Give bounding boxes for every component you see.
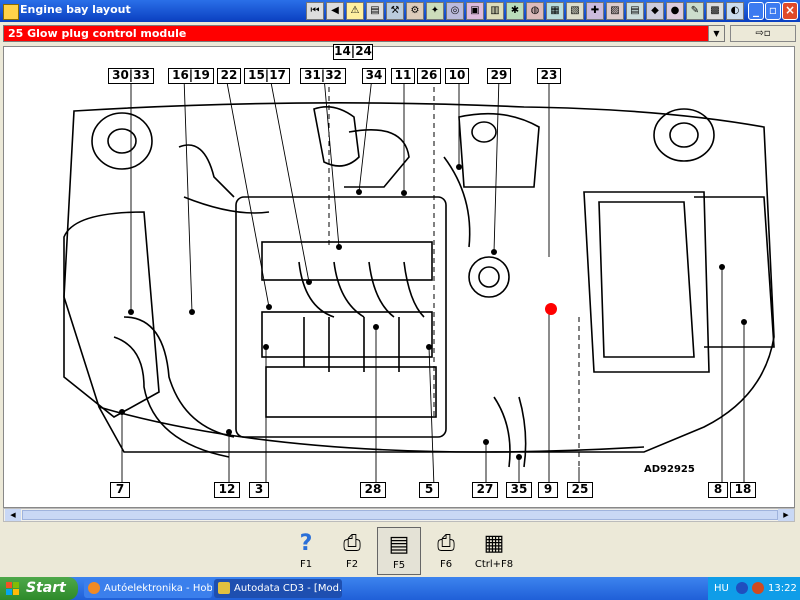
print-setup-icon: ⎙	[343, 531, 361, 556]
antivirus-icon[interactable]	[752, 582, 764, 594]
component-select-value: 25 Glow plug control module	[8, 27, 187, 40]
service-icon[interactable]: ✎	[686, 2, 704, 20]
ctrl-f8-table-button[interactable]: ▦ Ctrl+F8	[470, 527, 518, 575]
minimize-button[interactable]: _	[748, 2, 764, 20]
maximize-button[interactable]: ▫	[765, 2, 781, 20]
scroll-left-icon[interactable]: ◀	[5, 509, 21, 521]
coolant-icon[interactable]: ◆	[646, 2, 664, 20]
window-title: Engine bay layout	[20, 3, 131, 16]
tyre-icon[interactable]: ◎	[446, 2, 464, 20]
car-front-icon[interactable]: ▦	[546, 2, 564, 20]
f5-document-button[interactable]: ▤ F5	[377, 527, 421, 575]
label-26[interactable]: 26	[417, 68, 441, 84]
warning-icon[interactable]: ⚠	[346, 2, 364, 20]
chevron-down-icon[interactable]: ▼	[708, 26, 724, 41]
firefox-icon	[88, 582, 100, 594]
spanner-icon[interactable]: ✚	[586, 2, 604, 20]
wrench-icon[interactable]: ⚒	[386, 2, 404, 20]
document-icon: ▤	[388, 532, 410, 557]
document-icon[interactable]: ▤	[626, 2, 644, 20]
label-27[interactable]: 27	[472, 482, 498, 498]
timing-icon[interactable]: ◐	[726, 2, 744, 20]
label-14-24[interactable]: 14|24	[333, 44, 373, 60]
label-7[interactable]: 7	[110, 482, 130, 498]
label-18[interactable]: 18	[730, 482, 756, 498]
horizontal-scrollbar[interactable]: ◀ ▶	[3, 508, 795, 522]
module-selector-bar: 25 Glow plug control module ▼ ⇨▫	[0, 24, 800, 44]
light-icon[interactable]: ✱	[506, 2, 524, 20]
label-25[interactable]: 25	[567, 482, 593, 498]
windows-logo-icon	[6, 582, 19, 595]
parts-icon[interactable]: ▩	[706, 2, 724, 20]
scroll-right-icon[interactable]: ▶	[778, 509, 794, 521]
label-35[interactable]: 35	[506, 482, 532, 498]
language-indicator[interactable]: HU	[714, 577, 729, 600]
airbag-icon[interactable]: ●	[666, 2, 684, 20]
label-29[interactable]: 29	[487, 68, 511, 84]
export-button[interactable]: ⇨▫	[730, 25, 796, 42]
highlight-marker	[545, 303, 557, 315]
filter-icon[interactable]: ▧	[566, 2, 584, 20]
label-11[interactable]: 11	[391, 68, 415, 84]
system-tray: HU 13:22	[708, 577, 800, 600]
title-bar: Engine bay layout ⏮ ◀ ⚠ ▤ ⚒ ⚙ ✦ ◎ ▣ ▥ ✱ …	[0, 0, 800, 22]
taskbar-item-autodata[interactable]: Autodata CD3 - [Mod...	[214, 579, 342, 598]
label-34[interactable]: 34	[362, 68, 386, 84]
label-28[interactable]: 28	[360, 482, 386, 498]
close-button[interactable]: ×	[782, 2, 798, 20]
diagram-code: AD92925	[644, 464, 695, 475]
label-15-17[interactable]: 15|17	[244, 68, 290, 84]
network-icon[interactable]	[736, 582, 748, 594]
label-31-32[interactable]: 31|32	[300, 68, 346, 84]
book-icon[interactable]: ▤	[366, 2, 384, 20]
label-8[interactable]: 8	[708, 482, 728, 498]
help-icon: ?	[299, 531, 313, 556]
f6-print-button[interactable]: ⎙ F6	[424, 527, 468, 575]
label-9[interactable]: 9	[538, 482, 558, 498]
label-5[interactable]: 5	[419, 482, 439, 498]
autodata-icon	[218, 582, 230, 594]
label-30-33[interactable]: 30|33	[108, 68, 154, 84]
f2-print-setup-button[interactable]: ⎙ F2	[330, 527, 374, 575]
engine-bay-drawing	[63, 76, 775, 488]
printer-icon: ⎙	[437, 531, 455, 556]
battery-icon[interactable]: ▥	[486, 2, 504, 20]
engine-bay-diagram: 14|24 30|33 16|19 22 15|17 31|32 34 11 2…	[3, 44, 795, 508]
label-10[interactable]: 10	[445, 68, 469, 84]
first-page-icon[interactable]: ⏮	[306, 2, 324, 20]
label-3[interactable]: 3	[249, 482, 269, 498]
start-label: Start	[26, 580, 66, 596]
app-icon	[3, 4, 19, 20]
table-icon: ▦	[483, 531, 505, 556]
label-12[interactable]: 12	[214, 482, 240, 498]
f1-help-button[interactable]: ? F1	[284, 527, 328, 575]
label-16-19[interactable]: 16|19	[168, 68, 214, 84]
taskbar: Start Autóelektronika - Hob... Autodata …	[0, 577, 800, 600]
clock: 13:22	[768, 583, 797, 594]
car-icon[interactable]: ▣	[466, 2, 484, 20]
function-key-bar: ? F1 ⎙ F2 ▤ F5 ⎙ F6 ▦ Ctrl+F8	[0, 524, 800, 578]
scroll-thumb[interactable]	[22, 510, 778, 520]
label-22[interactable]: 22	[217, 68, 241, 84]
start-button[interactable]: Start	[0, 577, 78, 600]
engine-icon[interactable]: ⚙	[406, 2, 424, 20]
taskbar-item-browser[interactable]: Autóelektronika - Hob...	[84, 579, 212, 598]
previous-page-icon[interactable]: ◀	[326, 2, 344, 20]
belt-icon[interactable]: ◍	[526, 2, 544, 20]
label-23[interactable]: 23	[537, 68, 561, 84]
cabin-icon[interactable]: ▨	[606, 2, 624, 20]
component-select[interactable]: 25 Glow plug control module ▼	[3, 25, 725, 42]
gear-icon[interactable]: ✦	[426, 2, 444, 20]
